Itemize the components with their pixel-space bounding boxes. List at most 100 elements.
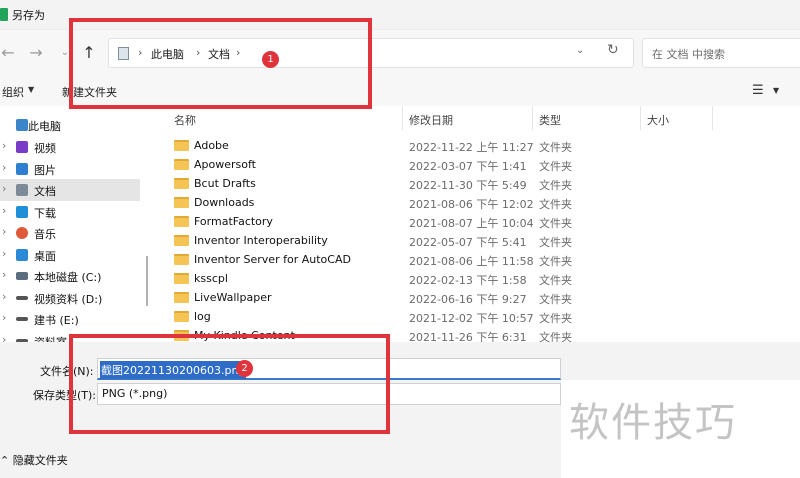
annotation-badge-1: 1 [262,51,279,68]
sidebar-item-label: 本地磁盘 (C:) [34,271,102,284]
sidebar-item-downloads[interactable]: › 下载 [0,201,140,223]
file-row[interactable]: Apowersoft 2022-03-07 下午 1:41 文件夹 [155,155,800,174]
sidebar-item-label: 建书 (E:) [34,314,79,327]
file-row[interactable]: Downloads 2021-08-06 下午 12:02 文件夹 [155,193,800,212]
sidebar-item-desktop[interactable]: › 桌面 [0,244,140,266]
file-name: FormatFactory [194,215,273,228]
file-date: 2022-11-22 上午 11:27 [409,141,534,154]
documents-icon [16,184,28,196]
file-row[interactable]: Bcut Drafts 2022-11-30 下午 5:49 文件夹 [155,174,800,193]
caret-down-icon[interactable]: ▼ [773,86,779,95]
organize-button[interactable]: 组织 [2,84,24,100]
sidebar-item-pictures[interactable]: › 图片 [0,158,140,180]
column-header-size[interactable]: 大小 [647,112,669,128]
file-date: 2021-08-06 下午 12:02 [409,198,534,211]
column-divider[interactable] [402,106,403,130]
file-name: Inventor Server for AutoCAD [194,253,351,266]
sidebar-scrollbar[interactable] [146,256,148,306]
pc-icon [16,119,28,131]
folder-icon [174,197,189,208]
chevron-right-icon[interactable]: › [2,290,6,303]
sidebar-item-this-pc[interactable]: 此电脑 [0,114,140,136]
file-date: 2022-02-13 下午 1:58 [409,274,527,287]
chevron-right-icon[interactable]: › [2,204,6,217]
search-input[interactable]: 在 文档 中搜索 [642,38,800,68]
chevron-right-icon[interactable]: › [2,268,6,281]
file-row[interactable]: Inventor Interoperability 2022-05-07 下午 … [155,231,800,250]
app-icon [0,8,8,21]
chevron-down-icon[interactable]: ⌄ [576,45,584,56]
file-type: 文件夹 [539,312,572,325]
file-date: 2021-08-07 上午 10:04 [409,217,534,230]
file-type: 文件夹 [539,198,572,211]
refresh-icon[interactable]: ↻ [607,42,619,58]
column-header-type[interactable]: 类型 [539,112,561,128]
file-row[interactable]: FormatFactory 2021-08-07 上午 10:04 文件夹 [155,212,800,231]
sidebar-item-documents[interactable]: › 文档 [0,179,140,201]
file-name: LiveWallpaper [194,291,272,304]
file-name: Apowersoft [194,158,256,171]
column-divider[interactable] [640,106,641,130]
folder-icon [174,254,189,265]
folder-icon [174,178,189,189]
pictures-icon [16,163,28,175]
file-name: Bcut Drafts [194,177,256,190]
file-date: 2022-03-07 下午 1:41 [409,160,527,173]
sidebar-item-drive-e[interactable]: › 建书 (E:) [0,308,140,330]
annotation-box-1 [69,18,372,109]
back-icon[interactable]: ← [0,43,18,63]
folder-icon [174,235,189,246]
drive-icon [16,272,28,280]
chevron-right-icon[interactable]: › [2,247,6,260]
chevron-right-icon[interactable]: › [2,161,6,174]
column-header-name[interactable]: 名称 [174,112,196,128]
sidebar-item-drive-d[interactable]: › 视频资料 (D:) [0,287,140,309]
file-row[interactable]: log 2021-12-02 下午 10:57 文件夹 [155,307,800,326]
sidebar-item-drive-c[interactable]: › 本地磁盘 (C:) [0,265,140,287]
file-row[interactable]: Inventor Server for AutoCAD 2021-08-06 上… [155,250,800,269]
sidebar-item-label: 下载 [34,207,56,220]
file-type: 文件夹 [539,160,572,173]
sidebar-item-label: 视频 [34,142,56,155]
column-header-row: 名称 修改日期 类型 大小 [155,106,800,130]
chevron-right-icon[interactable]: › [2,225,6,238]
folder-icon [174,140,189,151]
file-type: 文件夹 [539,331,572,342]
sidebar-item-label: 视频资料 (D:) [34,293,103,306]
search-placeholder: 在 文档 中搜索 [652,48,725,61]
folder-icon [174,311,189,322]
hide-folders-button[interactable]: ⌃ 隐藏文件夹 [0,452,68,468]
caret-down-icon[interactable]: ▼ [28,85,34,94]
drive-icon [16,296,28,300]
file-date: 2021-11-26 下午 6:31 [409,331,527,342]
chevron-right-icon[interactable]: › [2,139,6,152]
file-date: 2021-12-02 下午 10:57 [409,312,534,325]
column-divider[interactable] [532,106,533,130]
file-row[interactable]: ksscpl 2022-02-13 下午 1:58 文件夹 [155,269,800,288]
chevron-right-icon[interactable]: › [2,182,6,195]
file-row[interactable]: Adobe 2022-11-22 上午 11:27 文件夹 [155,136,800,155]
file-type: 文件夹 [539,293,572,306]
navigation-pane: 此电脑 › 视频 › 图片 › 文档 › 下载 › 音乐 › 桌面 › 本地磁盘… [0,106,155,349]
sidebar-item-label: 文档 [34,185,56,198]
column-header-date[interactable]: 修改日期 [409,112,453,128]
forward-icon[interactable]: → [26,43,46,63]
music-icon [16,227,28,239]
sidebar-item-label: 桌面 [34,250,56,263]
sidebar-item-videos[interactable]: › 视频 [0,136,140,158]
window-title: 另存为 [12,9,45,22]
view-options-icon[interactable]: ☰ [752,83,764,98]
sidebar-item-label: 此电脑 [28,120,61,133]
file-type: 文件夹 [539,141,572,154]
folder-icon [174,292,189,303]
column-divider[interactable] [712,106,713,130]
file-date: 2021-08-06 上午 11:58 [409,255,534,268]
file-row[interactable]: LiveWallpaper 2022-06-16 下午 9:27 文件夹 [155,288,800,307]
sidebar-item-music[interactable]: › 音乐 [0,222,140,244]
chevron-right-icon[interactable]: › [2,311,6,324]
folder-icon [174,159,189,170]
download-icon [16,206,28,218]
annotation-box-2 [69,334,390,434]
folder-icon [174,216,189,227]
file-type: 文件夹 [539,236,572,249]
